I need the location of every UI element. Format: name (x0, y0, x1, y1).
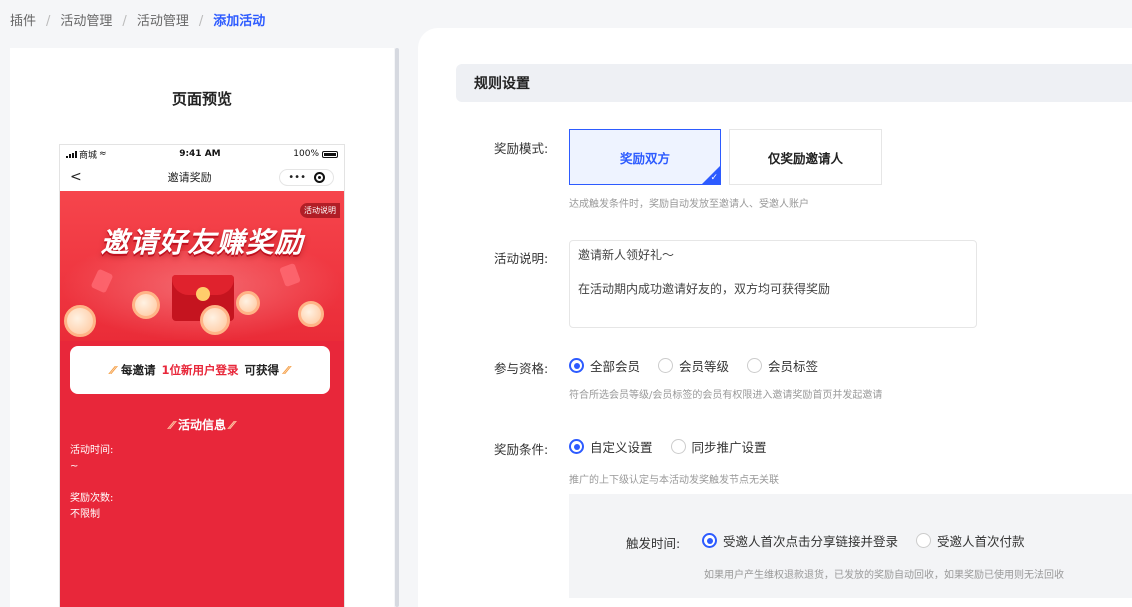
breadcrumb-item-activity-mgmt-2[interactable]: 活动管理 (137, 14, 189, 29)
trigger-radio-group: 受邀人首次点击分享链接并登录 受邀人首次付款 (702, 531, 1025, 550)
eligibility-label: 参与资格: (494, 361, 549, 376)
phone-preview: 商城 ≈ 9:41 AM 100% < 邀请奖励 ••• 活动说明 邀请好友赚奖… (59, 144, 345, 607)
radio-dot[interactable] (569, 358, 584, 373)
reward-count-value: 不限制 (70, 509, 100, 520)
reward-highlight: 1位新用户登录 (161, 363, 239, 377)
signal-icon (66, 150, 77, 158)
decor-left-icon: ⁄⁄ (170, 419, 174, 432)
rules-panel: 规则设置 奖励模式: 奖励双方 ✓ 仅奖励邀请人 达成触发条件时，奖励自动发放至… (418, 28, 1132, 607)
signal-group: 商城 ≈ (66, 148, 107, 161)
eligibility-tag-label: 会员标签 (768, 359, 819, 374)
condition-custom-radio[interactable]: 自定义设置 (569, 437, 653, 456)
eligibility-level-radio[interactable]: 会员等级 (658, 356, 729, 375)
eligibility-radio-group: 全部会员 会员等级 会员标签 (569, 356, 818, 375)
status-time: 9:41 AM (179, 149, 221, 159)
radio-dot[interactable] (702, 533, 717, 548)
activity-time-label: 活动时间: (70, 445, 114, 456)
eligibility-all-label: 全部会员 (590, 359, 641, 374)
battery-icon (322, 150, 338, 158)
coin-icon (64, 305, 96, 337)
section-title: 规则设置 (456, 64, 1132, 102)
reward-suffix: 可获得 (244, 363, 280, 377)
decor-left-icon: ⁄⁄ (111, 363, 115, 377)
trigger-first-click-radio[interactable]: 受邀人首次点击分享链接并登录 (702, 531, 898, 550)
mode-option-inviter-only[interactable]: 仅奖励邀请人 (729, 129, 882, 185)
radio-dot[interactable] (916, 533, 932, 548)
preview-scrollbar[interactable] (395, 48, 399, 607)
phone-nav-bar: < 邀请奖励 ••• (60, 163, 344, 191)
info-title: ⁄⁄ 活动信息 ⁄⁄ (60, 416, 344, 433)
phone-status-bar: 商城 ≈ 9:41 AM 100% (60, 145, 344, 163)
coin-icon (236, 291, 260, 315)
battery-group: 100% (293, 149, 338, 159)
condition-label: 奖励条件: (494, 442, 549, 457)
breadcrumb: 插件 / 活动管理 / 活动管理 / 添加活动 (10, 10, 265, 29)
description-line-2: 在活动期内成功邀请好友的，双方均可获得奖励 (578, 282, 831, 296)
reward-count: 奖励次数: 不限制 (70, 491, 113, 523)
close-target-icon[interactable] (313, 171, 325, 183)
mode-label: 奖励模式: (494, 141, 549, 156)
eligibility-level-label: 会员等级 (679, 359, 730, 374)
radio-dot[interactable] (658, 358, 674, 373)
breadcrumb-item-plugins[interactable]: 插件 (10, 14, 36, 29)
mode-option-inviter-label: 仅奖励邀请人 (767, 150, 843, 166)
coin-icon (132, 291, 160, 319)
description-line-1: 邀请新人领好礼～ (578, 248, 675, 262)
rules-badge[interactable]: 活动说明 (300, 203, 340, 218)
condition-radio-group: 自定义设置 同步推广设置 (569, 437, 767, 456)
eligibility-hint: 符合所选会员等级/会员标签的会员有权限进入邀请奖励首页并发起邀请 (569, 390, 883, 401)
preview-title: 页面预览 (171, 90, 232, 108)
condition-sync-label: 同步推广设置 (691, 440, 767, 455)
battery-label: 100% (293, 149, 319, 159)
decor-right-icon: ⁄⁄ (285, 363, 289, 377)
mini-program-capsule[interactable]: ••• (279, 168, 334, 186)
condition-sync-radio[interactable]: 同步推广设置 (670, 437, 767, 456)
breadcrumb-separator: / (46, 14, 51, 29)
preview-panel: 页面预览 商城 ≈ 9:41 AM 100% < 邀请奖励 ••• 活动说明 邀… (10, 48, 394, 607)
eligibility-all-radio[interactable]: 全部会员 (569, 356, 640, 375)
radio-dot[interactable] (569, 439, 584, 454)
coin-icon (200, 305, 230, 335)
description-label: 活动说明: (494, 251, 549, 266)
more-icon[interactable]: ••• (288, 172, 306, 183)
radio-dot[interactable] (747, 358, 763, 373)
breadcrumb-separator: / (198, 14, 204, 29)
breadcrumb-separator: / (122, 14, 127, 29)
phone-page-title: 邀请奖励 (167, 171, 212, 184)
wifi-icon: ≈ (99, 149, 107, 159)
condition-custom-label: 自定义设置 (590, 440, 653, 455)
mode-hint: 达成触发条件时，奖励自动发放至邀请人、受邀人账户 (569, 199, 809, 210)
trigger-hint: 如果用户产生维权退款退货，已发放的奖励自动回收，如果奖励已使用则无法回收 (704, 570, 1064, 581)
breadcrumb-item-activity-mgmt[interactable]: 活动管理 (60, 14, 112, 29)
breadcrumb-current: 添加活动 (213, 14, 266, 29)
activity-time-value: ~ (70, 461, 79, 472)
trigger-first-payment-radio[interactable]: 受邀人首次付款 (916, 531, 1025, 550)
eligibility-tag-radio[interactable]: 会员标签 (747, 356, 818, 375)
mode-option-both-label: 奖励双方 (619, 150, 670, 166)
check-icon: ✓ (710, 173, 718, 183)
info-title-text: 活动信息 (177, 418, 226, 432)
decor-right-icon: ⁄⁄ (230, 419, 234, 432)
trigger-first-click-label: 受邀人首次点击分享链接并登录 (723, 534, 899, 549)
mode-option-both[interactable]: 奖励双方 ✓ (569, 129, 721, 185)
carrier-label: 商城 (79, 150, 98, 161)
reward-prefix: 每邀请 (120, 363, 156, 377)
radio-dot[interactable] (670, 439, 686, 454)
hero-title: 邀请好友赚奖励 (100, 226, 304, 259)
trigger-first-payment-label: 受邀人首次付款 (937, 534, 1025, 549)
coin-icon (298, 301, 324, 327)
hero-banner: 活动说明 邀请好友赚奖励 ⁄⁄ 每邀请 1位新用户登录 可获得 ⁄⁄ ⁄⁄ 活动信息… (60, 191, 344, 607)
reward-count-label: 奖励次数: (70, 493, 114, 504)
activity-time: 活动时间: ~ (70, 443, 113, 475)
condition-hint: 推广的上下级认定与本活动发奖触发节点无关联 (569, 475, 779, 486)
trigger-label: 触发时间: (626, 536, 681, 551)
back-icon[interactable]: < (70, 169, 100, 185)
description-textarea[interactable]: 邀请新人领好礼～ 在活动期内成功邀请好友的，双方均可获得奖励 (569, 240, 977, 328)
reward-card: ⁄⁄ 每邀请 1位新用户登录 可获得 ⁄⁄ (70, 346, 330, 394)
